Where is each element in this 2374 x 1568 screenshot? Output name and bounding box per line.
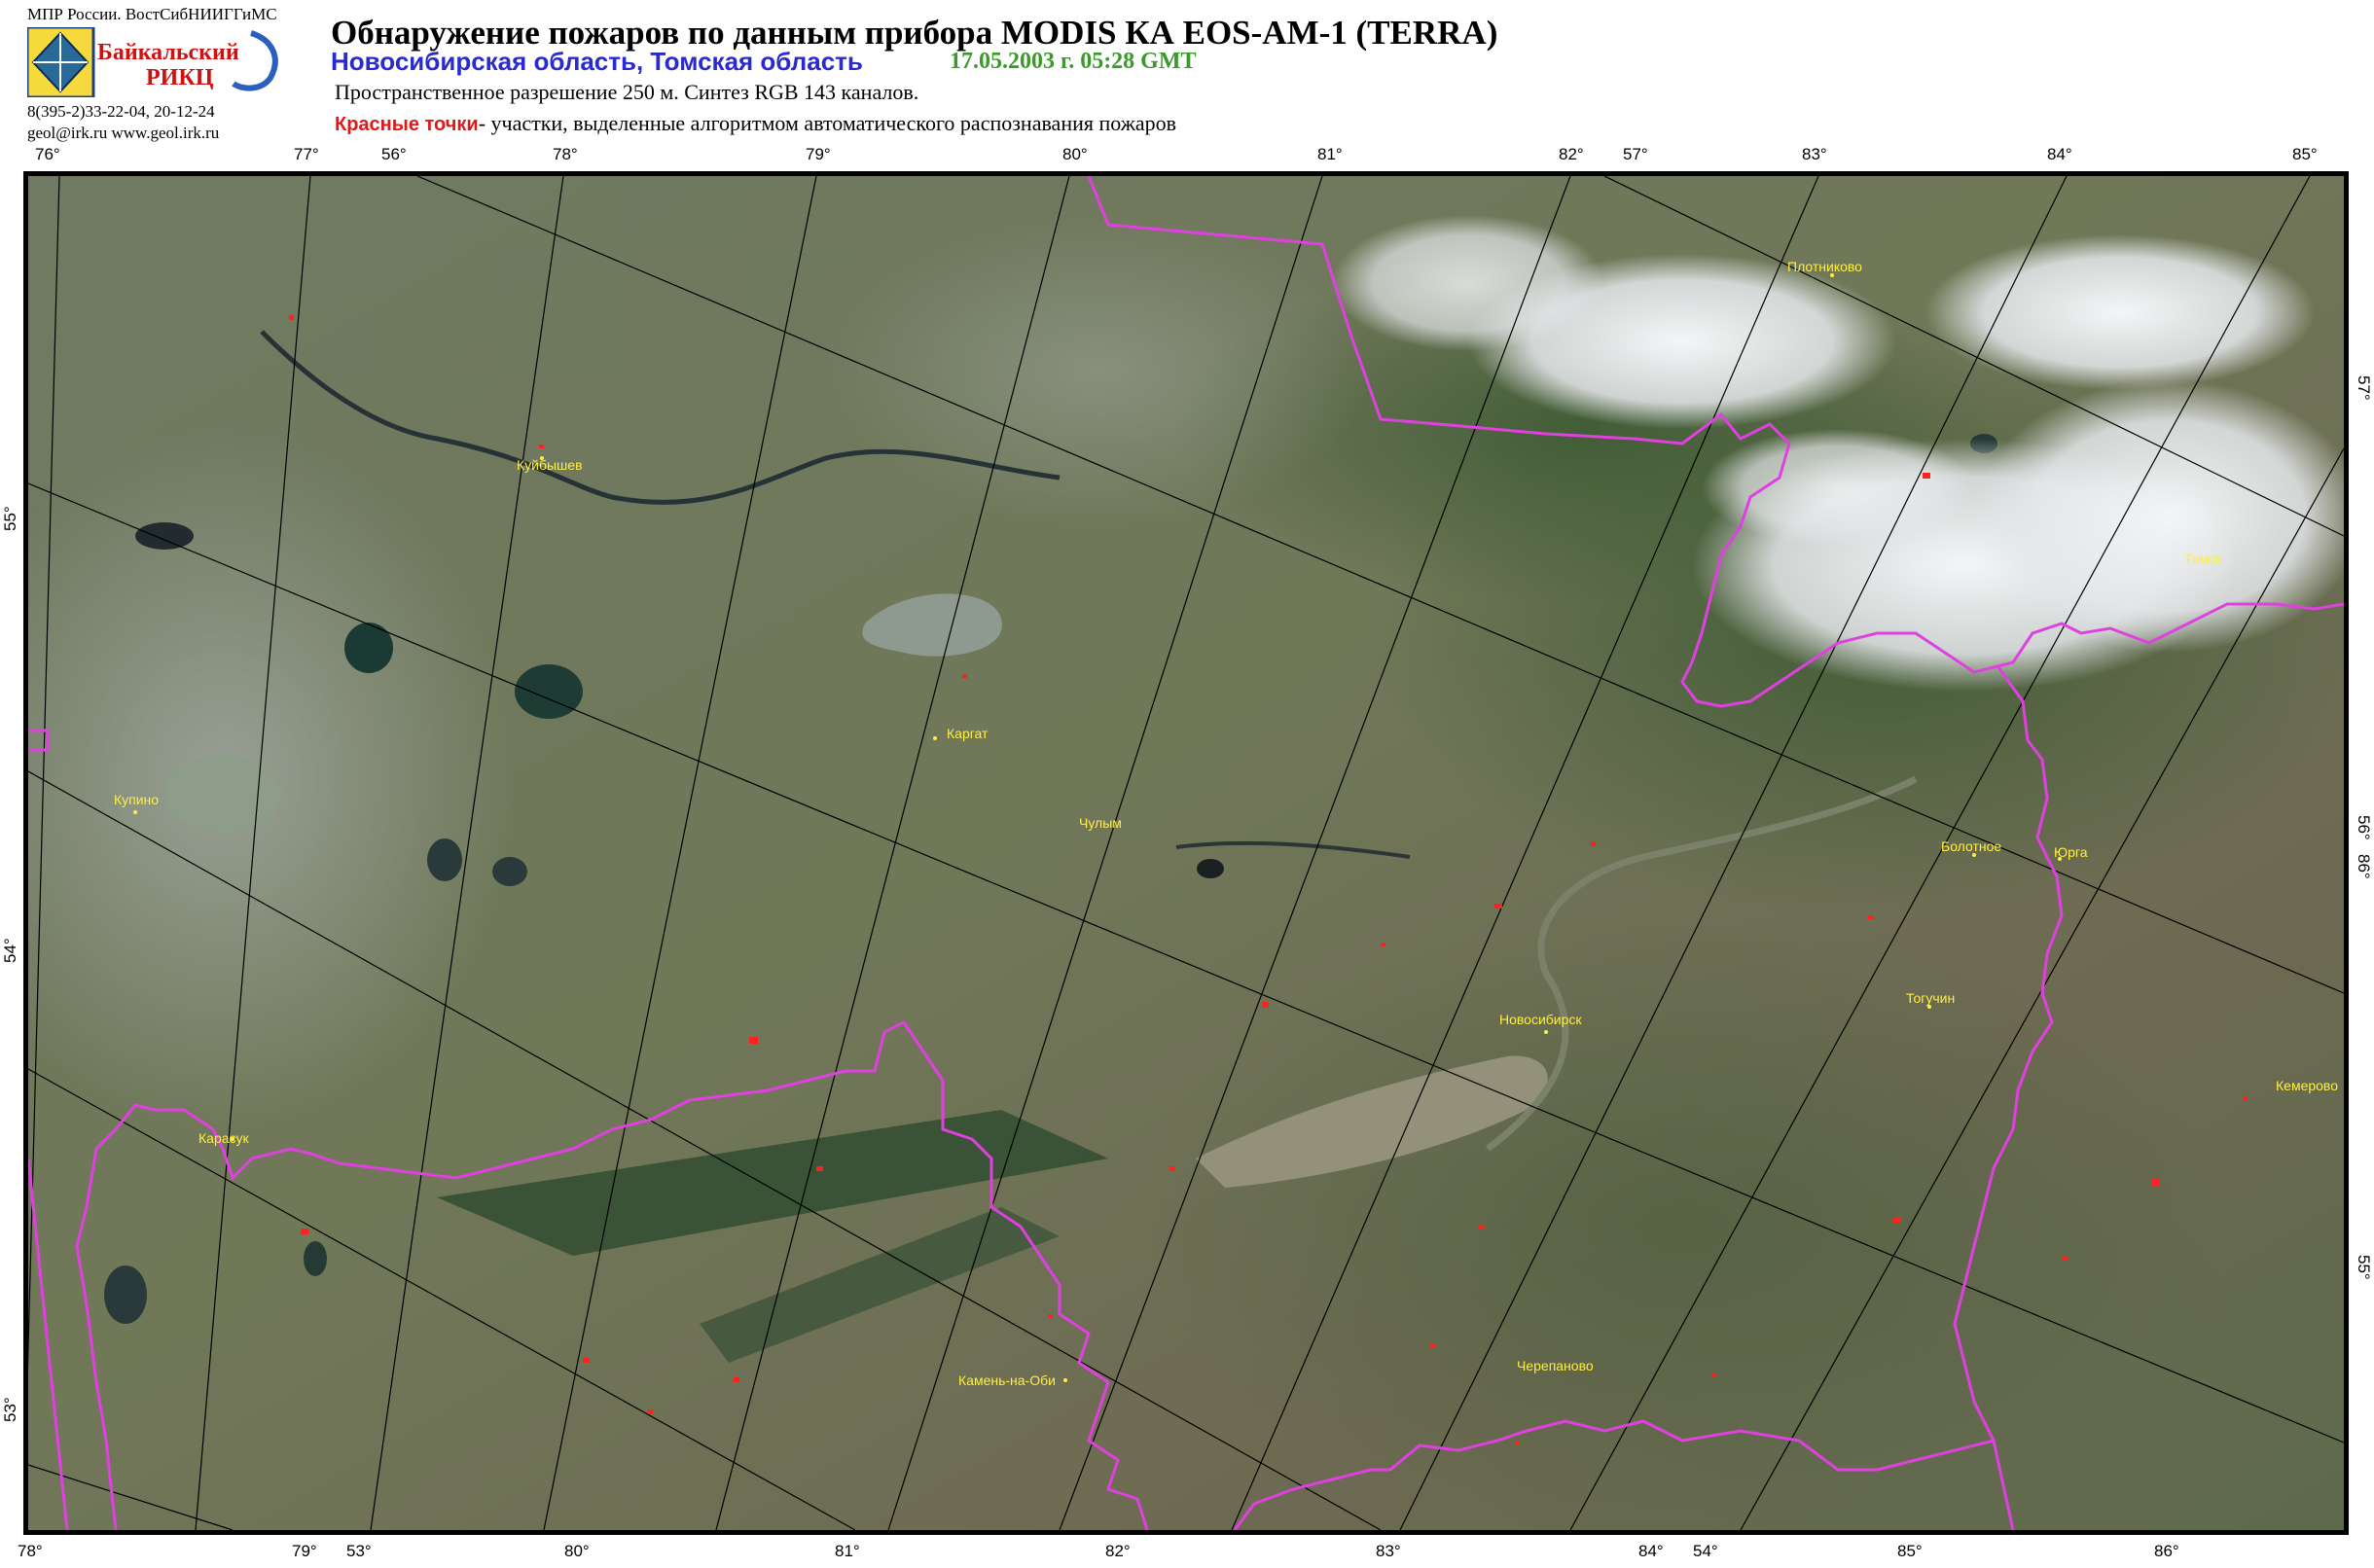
city-yurga: Юрга xyxy=(2054,844,2088,860)
top-tick: 84° xyxy=(2047,145,2072,163)
bottom-tick: 82° xyxy=(1105,1542,1131,1560)
map-header: МПР России. ВостСибНИИГГиМС Байкальский … xyxy=(0,0,2374,171)
lake xyxy=(344,623,393,673)
logo-text-1: Байкальский xyxy=(97,40,239,65)
bottom-tick: 86° xyxy=(2154,1542,2179,1560)
city-kargat: Каргат xyxy=(947,726,989,741)
phone: 8(395-2)33-22-04, 20-12-24 xyxy=(27,102,215,121)
top-tick: 76° xyxy=(35,145,60,163)
top-tick: 57° xyxy=(1623,145,1648,163)
lake xyxy=(104,1265,147,1324)
resolution-note: Пространственное разрешение 250 м. Синте… xyxy=(335,80,919,104)
left-tick: 55° xyxy=(1,506,19,531)
city-marker xyxy=(1544,1030,1548,1034)
map-canvas: Плотниково Куйбышев Томск Каргат Купино … xyxy=(28,176,2344,1530)
right-tick: 86° xyxy=(2355,854,2373,879)
forest-zone-south xyxy=(1137,915,2227,1530)
city-tomsk: Томск xyxy=(2184,551,2222,566)
legend: Красные точки- участки, выделенные алгор… xyxy=(335,111,1176,136)
lake xyxy=(492,857,527,886)
satellite-map[interactable]: Плотниково Куйбышев Томск Каргат Купино … xyxy=(23,171,2349,1535)
city-kemerovo: Кемерово xyxy=(2276,1078,2338,1093)
top-tick: 82° xyxy=(1559,145,1584,163)
top-tick: 78° xyxy=(553,145,578,163)
top-tick: 81° xyxy=(1317,145,1343,163)
city-marker xyxy=(933,736,937,740)
city-kupino: Купино xyxy=(114,792,159,807)
city-chulym: Чулым xyxy=(1079,815,1122,831)
lake xyxy=(164,755,281,833)
lake xyxy=(1197,859,1224,878)
bottom-tick: 84° xyxy=(1638,1542,1664,1560)
city-bolotnoe: Болотное xyxy=(1941,838,2001,854)
left-tick: 53° xyxy=(1,1397,19,1422)
city-kuibyshev: Куйбышев xyxy=(517,457,583,473)
city-cherepanovo: Черепаново xyxy=(1517,1358,1594,1373)
top-tick: 56° xyxy=(381,145,407,163)
haze-north xyxy=(826,215,1371,526)
bottom-tick: 54° xyxy=(1693,1542,1718,1560)
bottom-tick: 83° xyxy=(1376,1542,1401,1560)
lake xyxy=(515,664,583,719)
cloud xyxy=(1925,234,2315,390)
bottom-tick: 79° xyxy=(292,1542,317,1560)
right-tick: 57° xyxy=(2355,375,2373,401)
bottom-tick: 53° xyxy=(346,1542,372,1560)
top-tick: 83° xyxy=(1802,145,1827,163)
city-kamen-na-obi: Камень-на-Оби xyxy=(958,1372,1056,1388)
bottom-tick: 85° xyxy=(1897,1542,1923,1560)
city-toguchin: Тогучин xyxy=(1906,990,1955,1006)
lake xyxy=(135,522,194,550)
left-tick: 54° xyxy=(1,938,19,963)
top-tick: 85° xyxy=(2292,145,2318,163)
legend-red-label: Красные точки xyxy=(335,114,479,135)
city-marker xyxy=(133,810,137,814)
right-tick: 55° xyxy=(2355,1255,2373,1280)
contacts: geol@irk.ru www.geol.irk.ru xyxy=(27,124,220,142)
city-plotnikovo: Плотниково xyxy=(1787,259,1862,274)
cloud xyxy=(1332,215,1604,351)
top-tick: 79° xyxy=(806,145,831,163)
top-tick: 77° xyxy=(294,145,319,163)
regions-subtitle: Новосибирская область, Томская область xyxy=(331,47,863,76)
bottom-tick: 81° xyxy=(835,1542,860,1560)
acquisition-datetime: 17.05.2003 г. 05:28 GMT xyxy=(950,49,1197,74)
city-marker xyxy=(1063,1378,1067,1382)
lake xyxy=(304,1241,327,1276)
right-tick: 56° xyxy=(2355,815,2373,840)
city-novosibirsk: Новосибирск xyxy=(1499,1012,1582,1027)
lake xyxy=(427,838,462,881)
legend-text: - участки, выделенные алгоритмом автомат… xyxy=(478,111,1177,135)
top-tick: 80° xyxy=(1062,145,1088,163)
org-line: МПР России. ВостСибНИИГГиМС xyxy=(27,5,277,23)
logo-text-2: РИКЦ xyxy=(146,65,214,90)
city-karasuk: Карасук xyxy=(198,1130,250,1146)
bottom-tick: 80° xyxy=(564,1542,590,1560)
bottom-tick: 78° xyxy=(18,1542,43,1560)
